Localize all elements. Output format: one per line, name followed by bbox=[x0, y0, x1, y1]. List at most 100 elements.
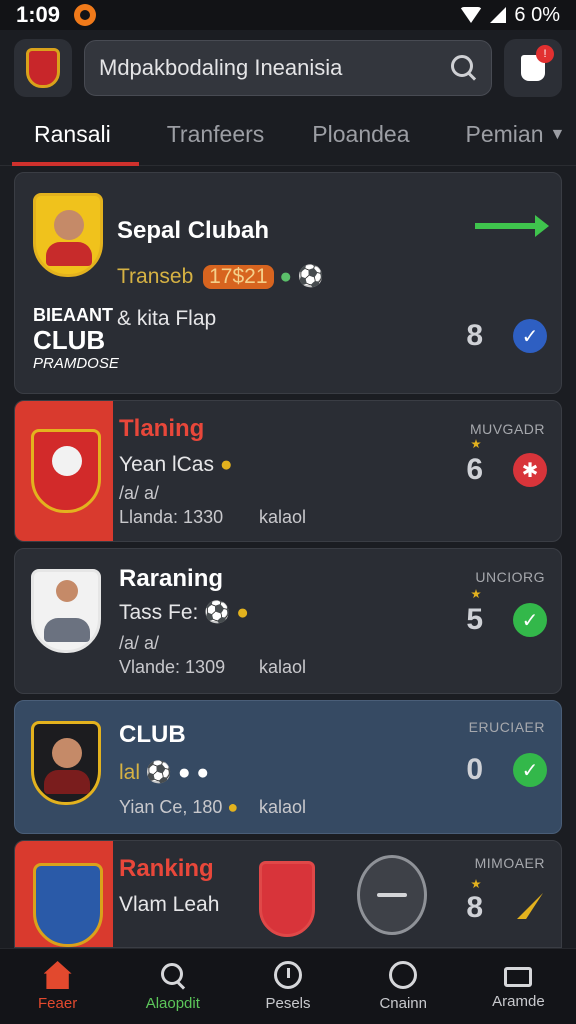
nav-label: Cnainn bbox=[379, 995, 427, 1012]
chevron-down-icon: ▼ bbox=[549, 125, 566, 143]
club-crest-icon bbox=[33, 863, 103, 947]
trophy-icon: ● bbox=[236, 601, 249, 624]
card-line-3: Llanda: 1330 bbox=[119, 507, 224, 527]
ball-icon: ⚽ bbox=[204, 601, 231, 624]
search-icon[interactable] bbox=[451, 55, 477, 81]
nav-label: Feaer bbox=[38, 995, 78, 1012]
card-title: CLUB bbox=[119, 721, 186, 748]
card-line-text: lal bbox=[119, 761, 141, 784]
nav-label: Pesels bbox=[265, 995, 311, 1012]
tab-ploandea[interactable]: Ploandea bbox=[312, 104, 409, 166]
club-crest-icon bbox=[31, 429, 101, 513]
check-icon[interactable]: ✓ bbox=[513, 603, 547, 637]
card-line-1: Vlam Leah bbox=[119, 893, 220, 916]
club-card-club[interactable]: CLUB ERUCIAER lal ⚽ ● ● Yian Ce, 180 ● k… bbox=[14, 700, 562, 834]
club-shield-icon bbox=[33, 193, 103, 277]
bottom-navigation: Feaer Alaopdit Pesels Cnainn Aramde bbox=[0, 948, 576, 1024]
star-icon bbox=[471, 879, 481, 889]
player-face bbox=[56, 580, 78, 602]
notification-badge: ! bbox=[536, 45, 554, 63]
chat-icon bbox=[389, 961, 418, 989]
status-indicators: 6 0% bbox=[460, 4, 560, 27]
card-line-3-right: kalaol bbox=[259, 797, 307, 817]
verified-icon[interactable]: ✓ bbox=[513, 319, 547, 353]
club-card-tlaning[interactable]: Tlaning MUVGADR Yean lCas ● /a/ a/ Lland… bbox=[14, 400, 562, 542]
card-line-3-right: kalaol bbox=[259, 657, 307, 677]
club-card-raraning[interactable]: Raraning UNCIORG Tass Fe: ⚽ ● /a/ a/ Vla… bbox=[14, 548, 562, 694]
minimize-button[interactable] bbox=[357, 855, 427, 935]
rank-label: MUVGADR bbox=[469, 421, 545, 437]
card-line-1: lal ⚽ ● ● bbox=[119, 761, 209, 785]
tab-pemian[interactable]: Pemian ▼ bbox=[466, 104, 566, 166]
nav-item-cnainn[interactable]: Cnainn bbox=[346, 949, 461, 1024]
card-transfer-line: Transeb 17$21 ● ⚽ bbox=[117, 265, 324, 289]
club-card-ranking[interactable]: Ranking Vlam Leah MIMOAER 8 bbox=[14, 840, 562, 948]
home-icon bbox=[43, 961, 72, 989]
flame-icon[interactable]: ✱ bbox=[513, 453, 547, 487]
nav-label: Aramde bbox=[492, 993, 545, 1010]
card-line-text: Tass Fe: bbox=[119, 601, 199, 624]
nav-item-pesels[interactable]: Pesels bbox=[230, 949, 345, 1024]
player-shirt bbox=[44, 618, 90, 642]
arrow-right-icon[interactable] bbox=[475, 215, 549, 237]
tab-tranfeers[interactable]: Tranfeers bbox=[167, 104, 265, 166]
star-icon bbox=[471, 589, 481, 599]
screen-icon bbox=[504, 967, 533, 987]
player-shirt bbox=[46, 242, 92, 266]
rank-number: 8 bbox=[466, 891, 483, 924]
card-line-3: Vlande: 1309 bbox=[119, 657, 226, 677]
card-line-2: /a/ a/ bbox=[119, 633, 160, 653]
lightning-icon bbox=[517, 893, 543, 919]
notifications-button[interactable]: ! bbox=[504, 39, 562, 97]
tab-label: Ploandea bbox=[312, 121, 410, 147]
search-bar[interactable]: Mdpakbodaling Ineanisia bbox=[84, 40, 492, 96]
nav-label: Alaopdit bbox=[145, 995, 200, 1012]
card-line-1: Tass Fe: ⚽ ● bbox=[119, 601, 249, 625]
status-time: 1:09 bbox=[16, 2, 61, 27]
player-shirt bbox=[44, 770, 90, 794]
ball-icon: ● ⚽ bbox=[279, 265, 325, 288]
top-header: Mdpakbodaling Ineanisia ! bbox=[0, 36, 576, 100]
signal-icon bbox=[490, 7, 507, 23]
card-line-text: Yian Ce, 180 bbox=[119, 797, 223, 817]
crest-emblem bbox=[52, 446, 82, 476]
club-badge-icon bbox=[259, 861, 315, 937]
app-notification-icon bbox=[74, 4, 97, 26]
player-photo-icon bbox=[31, 569, 101, 653]
card-title: Tlaning bbox=[119, 415, 205, 442]
card-line-2: /a/ a/ bbox=[119, 483, 160, 503]
club-name-bottom: PRAMDOSE bbox=[33, 355, 119, 372]
wifi-icon bbox=[460, 7, 483, 23]
trophy-icon: ● bbox=[227, 797, 239, 817]
ball-icon: ⚽ ● ● bbox=[145, 761, 210, 784]
card-title: Sepal Clubah bbox=[117, 217, 270, 244]
search-input[interactable]: Mdpakbodaling Ineanisia bbox=[99, 55, 451, 81]
club-card-sepal[interactable]: Sepal Clubah Transeb 17$21 ● ⚽ BIEAANT C… bbox=[14, 172, 562, 394]
tab-label: Pemian bbox=[465, 121, 544, 147]
nav-item-feaer[interactable]: Feaer bbox=[0, 949, 115, 1024]
nav-item-aramde[interactable]: Aramde bbox=[461, 949, 576, 1024]
rank-number: 5 bbox=[466, 603, 483, 636]
transfer-badge: 17$21 bbox=[203, 265, 274, 289]
app-logo[interactable] bbox=[14, 39, 72, 97]
card-sub-line: & kita Flap bbox=[117, 307, 217, 330]
card-line-3: Yian Ce, 180 ● bbox=[119, 797, 238, 818]
rank-number: 6 bbox=[466, 453, 483, 486]
club-name-top: BIEAANT bbox=[33, 305, 113, 325]
trophy-icon: ● bbox=[219, 453, 233, 476]
card-line-3-right: kalaol bbox=[259, 507, 307, 527]
check-icon[interactable]: ✓ bbox=[513, 753, 547, 787]
tab-ransali[interactable]: Ransali bbox=[12, 104, 139, 166]
rank-label: UNCIORG bbox=[475, 569, 545, 585]
star-icon bbox=[471, 439, 481, 449]
rank-label: MIMOAER bbox=[474, 855, 545, 871]
tab-bar: Ransali Tranfeers Ploandea Pemian ▼ bbox=[0, 104, 576, 166]
transfer-label: Transeb bbox=[117, 265, 194, 288]
rank-number: 8 bbox=[466, 319, 483, 352]
search-icon bbox=[159, 961, 187, 989]
card-line-text: Yean lCas bbox=[119, 453, 214, 476]
player-shield-icon bbox=[31, 721, 101, 805]
rank-label: ERUCIAER bbox=[468, 719, 545, 735]
nav-item-alaopdit[interactable]: Alaopdit bbox=[115, 949, 230, 1024]
tab-label: Ransali bbox=[34, 121, 111, 147]
